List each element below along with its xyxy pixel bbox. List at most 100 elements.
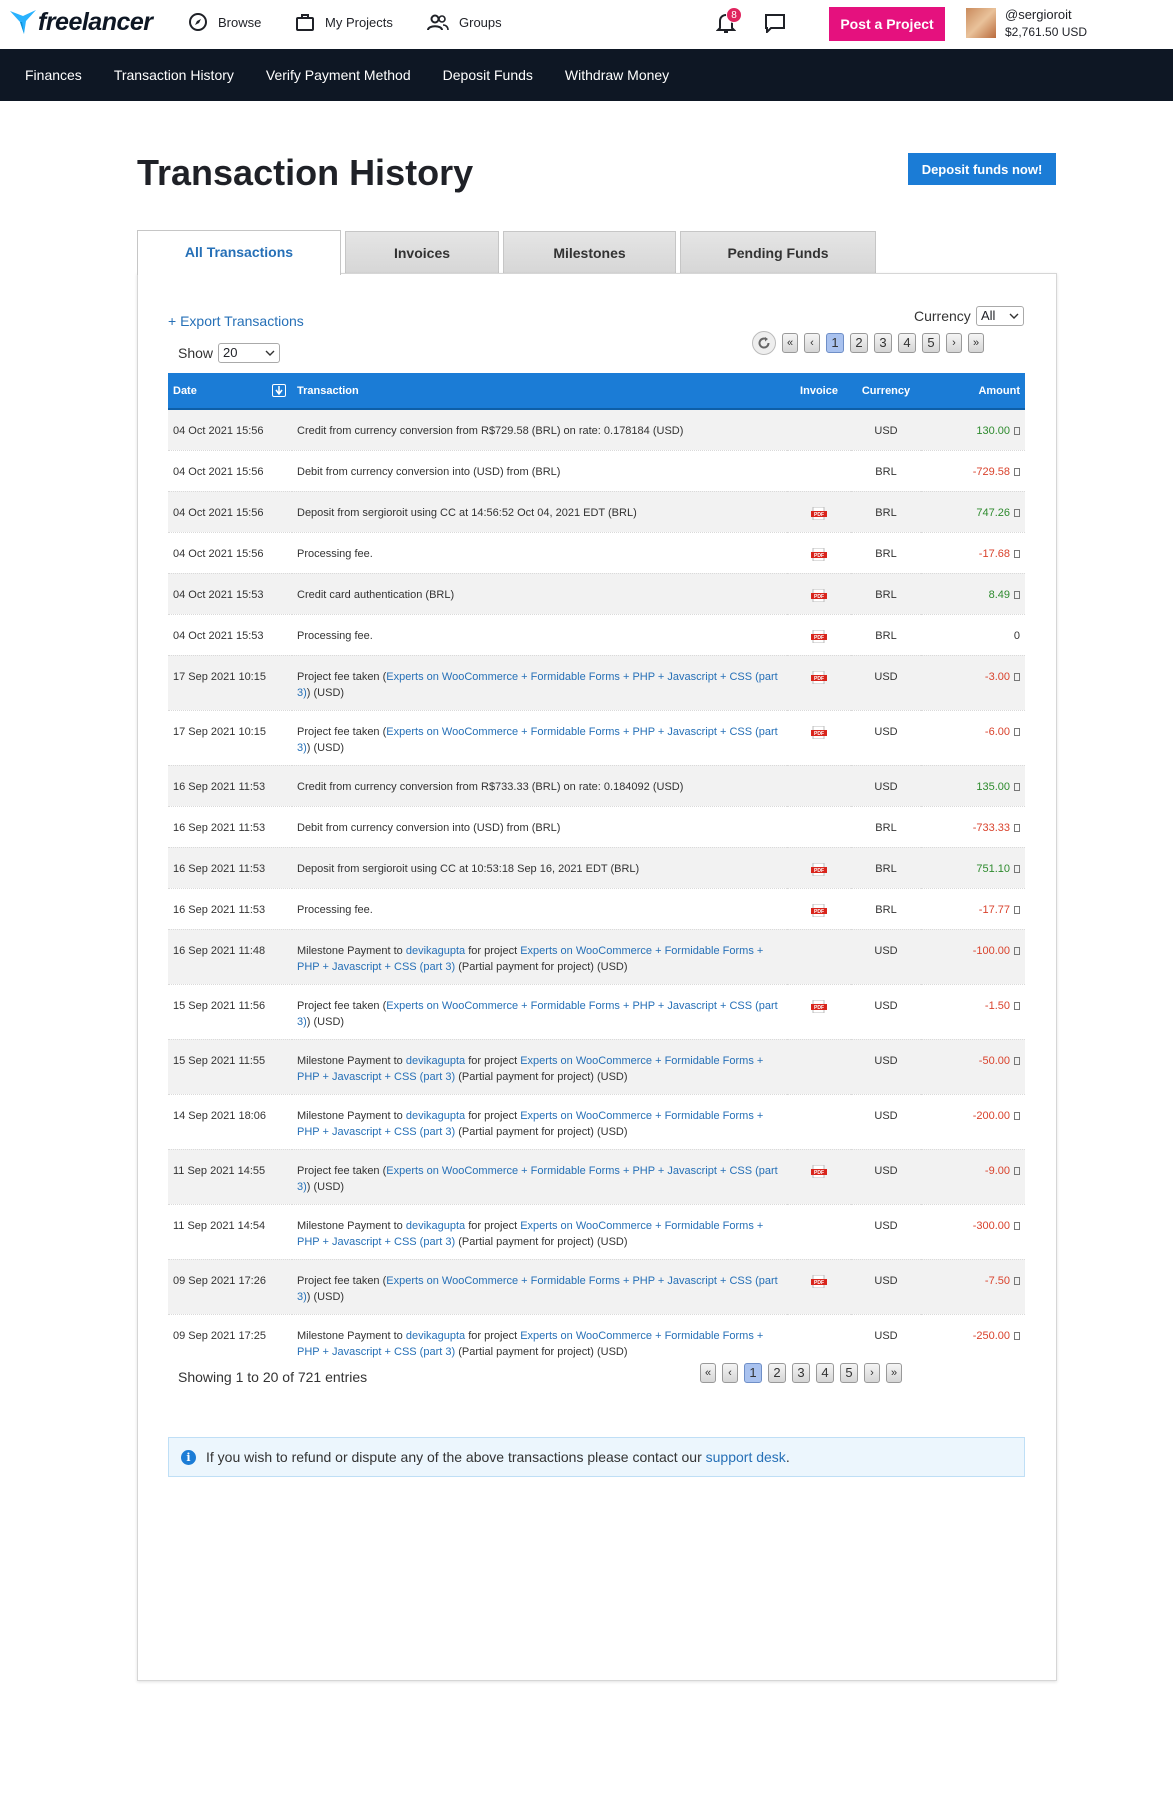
amount-detail-icon[interactable]	[1014, 1056, 1020, 1065]
currency-select[interactable]: All	[976, 306, 1024, 326]
tab-invoices[interactable]: Invoices	[345, 231, 499, 274]
export-transactions-link[interactable]: + Export Transactions	[168, 313, 304, 329]
column-header-amount[interactable]: Amount	[921, 373, 1025, 410]
subnav-finances[interactable]: Finances	[25, 67, 82, 83]
amount-detail-icon[interactable]	[1014, 508, 1020, 517]
transaction-link[interactable]: devikagupta	[406, 1055, 465, 1067]
pager-page-2[interactable]: 2	[768, 1363, 786, 1383]
pager-page-5[interactable]: 5	[840, 1363, 858, 1383]
pager-page-5[interactable]: 5	[922, 333, 940, 353]
amount-detail-icon[interactable]	[1014, 1001, 1020, 1010]
amount-detail-icon[interactable]	[1014, 727, 1020, 736]
freelancer-bird-logo-icon	[10, 10, 36, 34]
pager-prev[interactable]: ‹	[722, 1363, 738, 1383]
amount-detail-icon[interactable]	[1014, 590, 1020, 599]
pdf-icon[interactable]: PDF	[811, 629, 827, 643]
pdf-icon[interactable]: PDF	[811, 670, 827, 684]
pager-next[interactable]: ›	[946, 333, 962, 353]
transaction-amount-cell: 747.26	[921, 490, 1025, 532]
column-header-transaction[interactable]: Transaction	[292, 373, 787, 410]
column-header-currency[interactable]: Currency	[851, 373, 921, 410]
transactions-table-body: 04 Oct 2021 15:56 Credit from currency co…	[168, 408, 1025, 1369]
page-size-select[interactable]: 20	[218, 343, 280, 363]
amount-detail-icon[interactable]	[1014, 467, 1020, 476]
freelancer-logo[interactable]: freelancer	[9, 7, 153, 37]
tab-pending-funds[interactable]: Pending Funds	[680, 231, 876, 274]
subnav-deposit-funds[interactable]: Deposit Funds	[443, 67, 533, 83]
invoice-cell: PDF	[787, 490, 851, 532]
transaction-link[interactable]: devikagupta	[406, 1110, 465, 1122]
groups-link[interactable]: Groups	[427, 12, 502, 32]
transaction-text: Credit from currency conversion from R$7…	[297, 425, 684, 437]
messages-button[interactable]	[764, 13, 786, 36]
pager-last[interactable]: »	[886, 1363, 902, 1383]
pager-prev[interactable]: ‹	[804, 333, 820, 353]
browse-link[interactable]: Browse	[188, 12, 261, 32]
amount-detail-icon[interactable]	[1014, 864, 1020, 873]
tab-milestones[interactable]: Milestones	[503, 231, 676, 274]
transaction-link[interactable]: devikagupta	[406, 945, 465, 957]
subnav-verify-payment-method[interactable]: Verify Payment Method	[266, 67, 411, 83]
subnav-withdraw-money[interactable]: Withdraw Money	[565, 67, 669, 83]
transaction-text: Project fee taken (	[297, 1164, 387, 1177]
transaction-link[interactable]: devikagupta	[406, 1330, 465, 1342]
pager-page-1[interactable]: 1	[744, 1363, 762, 1383]
pager-last[interactable]: »	[968, 333, 984, 353]
amount-detail-icon[interactable]	[1014, 1331, 1020, 1340]
post-project-button[interactable]: Post a Project	[829, 7, 945, 41]
table-row: 14 Sep 2021 18:06 Milestone Payment to de…	[168, 1093, 1025, 1149]
pager-page-1[interactable]: 1	[826, 333, 844, 353]
pdf-icon[interactable]: PDF	[811, 506, 827, 520]
transaction-link[interactable]: devikagupta	[406, 1220, 465, 1232]
tab-all-transactions[interactable]: All Transactions	[137, 230, 341, 275]
invoice-cell: PDF	[787, 531, 851, 573]
pdf-icon[interactable]: PDF	[811, 862, 827, 876]
pager-next[interactable]: ›	[864, 1363, 880, 1383]
pdf-icon[interactable]: PDF	[811, 903, 827, 917]
pager-page-3[interactable]: 3	[874, 333, 892, 353]
transaction-date: 04 Oct 2021 15:56	[168, 449, 292, 491]
pager-page-4[interactable]: 4	[898, 333, 916, 353]
deposit-funds-button[interactable]: Deposit funds now!	[908, 153, 1056, 185]
chevron-down-icon	[1009, 313, 1019, 319]
amount-detail-icon[interactable]	[1014, 672, 1020, 681]
svg-text:PDF: PDF	[814, 553, 824, 559]
page-title: Transaction History	[137, 152, 474, 193]
amount-detail-icon[interactable]	[1014, 1166, 1020, 1175]
amount-detail-icon[interactable]	[1014, 1276, 1020, 1285]
pager-first[interactable]: «	[700, 1363, 716, 1383]
column-header-invoice[interactable]: Invoice	[787, 373, 851, 410]
transaction-text: (Partial payment for project) (USD)	[455, 1070, 628, 1083]
pdf-icon[interactable]: PDF	[811, 725, 827, 739]
pager-first[interactable]: «	[782, 333, 798, 353]
avatar[interactable]	[966, 8, 996, 38]
amount-detail-icon[interactable]	[1014, 1111, 1020, 1120]
transaction-date: 04 Oct 2021 15:56	[168, 531, 292, 573]
amount-detail-icon[interactable]	[1014, 905, 1020, 914]
amount-detail-icon[interactable]	[1014, 946, 1020, 955]
support-desk-link[interactable]: support desk	[706, 1449, 786, 1465]
username[interactable]: @sergioroit	[1005, 7, 1072, 22]
amount-detail-icon[interactable]	[1014, 427, 1020, 435]
amount-detail-icon[interactable]	[1014, 823, 1020, 832]
amount-detail-icon[interactable]	[1014, 1221, 1020, 1230]
pdf-icon[interactable]: PDF	[811, 547, 827, 561]
subnav-transaction-history[interactable]: Transaction History	[114, 67, 234, 83]
pdf-icon[interactable]: PDF	[811, 588, 827, 602]
column-date-label: Date	[173, 384, 197, 397]
users-icon	[427, 14, 449, 31]
pdf-icon[interactable]: PDF	[811, 1164, 827, 1178]
amount-detail-icon[interactable]	[1014, 549, 1020, 558]
refresh-button[interactable]	[752, 331, 776, 355]
pager-page-3[interactable]: 3	[792, 1363, 810, 1383]
pdf-icon[interactable]: PDF	[811, 1274, 827, 1288]
pdf-icon[interactable]: PDF	[811, 999, 827, 1013]
amount-detail-icon[interactable]	[1014, 782, 1020, 791]
column-header-date[interactable]: Date	[168, 373, 292, 410]
pager-page-4[interactable]: 4	[816, 1363, 834, 1383]
notifications-button[interactable]: 8	[715, 7, 742, 37]
transaction-description: Milestone Payment to devikagupta for pro…	[292, 1093, 787, 1149]
sort-descending-icon[interactable]	[272, 384, 286, 397]
my-projects-link[interactable]: My Projects	[295, 12, 393, 32]
pager-page-2[interactable]: 2	[850, 333, 868, 353]
